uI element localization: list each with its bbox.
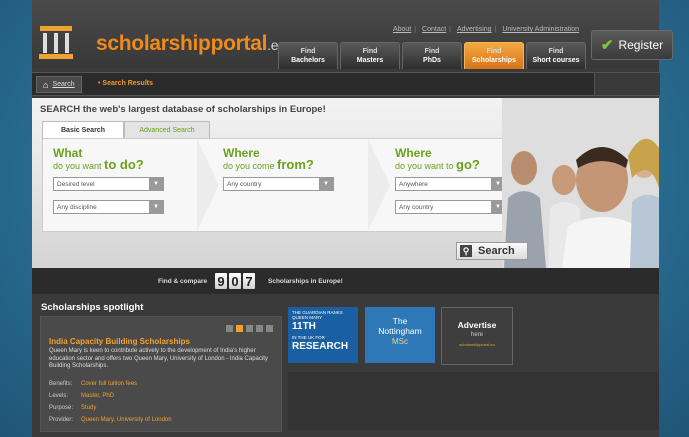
ad-nottingham[interactable]: The Nottingham MSc — [365, 307, 435, 363]
tab-basic-search[interactable]: Basic Search — [42, 121, 124, 139]
ad-line: Advertise — [457, 320, 497, 330]
provider-row: Provider: Queen Mary, University of Londo… — [49, 417, 172, 423]
search-title: SEARCH the web's largest database of sch… — [40, 104, 326, 115]
pager-dot-active[interactable] — [236, 325, 243, 332]
university-admin-link[interactable]: University Administration — [502, 26, 579, 33]
ad-caption: IN THE UK FOR — [292, 335, 325, 340]
about-link[interactable]: About — [393, 26, 411, 33]
advertising-link[interactable]: Advertising — [457, 26, 492, 33]
spotlight-pager — [226, 325, 273, 332]
breadcrumb-home[interactable]: ⌂ Search — [36, 76, 82, 93]
tab-scholarships[interactable]: Find Scholarships — [464, 42, 524, 69]
search-form: What do you want to do? Desired level ▼ A… — [42, 138, 532, 232]
home-icon: ⌂ — [43, 79, 49, 90]
counter-digit: 9 — [215, 273, 227, 289]
discipline-select[interactable]: Any discipline ▼ — [53, 200, 164, 214]
ad-queen-mary[interactable]: THE GUARDIAN RANKS QUEEN MARY 11TH IN TH… — [288, 307, 358, 363]
what-subheading: do you want to do? — [53, 157, 144, 172]
counter-digits: 9 0 7 — [215, 273, 255, 289]
go-subheading: do you want to go? — [395, 157, 480, 172]
ad-line: here — [470, 332, 483, 338]
ad-advertise-here[interactable]: Advertise here scholarshipportal.eu — [441, 307, 513, 365]
counter-label: Find & compare — [158, 278, 208, 285]
pager-dot[interactable] — [266, 325, 273, 332]
tab-bachelors[interactable]: Find Bachelors — [278, 42, 338, 69]
top-links: About | Contact | Advertising | University … — [392, 26, 579, 33]
logo-icon — [39, 26, 73, 59]
page: scholarshipportal.eu About | Contact | Adv… — [32, 0, 673, 437]
breadcrumb-side — [594, 73, 660, 95]
search-tabs: Basic Search Advanced Search — [42, 121, 210, 139]
checkmark-icon: ✔ — [600, 37, 614, 54]
benefits-row: Benefits: Cover full tuition fees — [49, 381, 138, 387]
ad-line: MSc — [392, 337, 408, 346]
scholarship-title[interactable]: India Capacity Building Scholarships — [49, 337, 190, 346]
ad-caption: THE GUARDIAN RANKS QUEEN MARY — [292, 310, 343, 320]
destination-country-select[interactable]: Any country ▼ — [395, 200, 506, 214]
search-button[interactable]: ⚲ Search — [456, 242, 528, 260]
register-button[interactable]: ✔ Register — [591, 30, 673, 60]
arrow-divider — [368, 139, 390, 231]
chevron-down-icon: ▼ — [149, 201, 163, 213]
counter-digit: 0 — [229, 273, 241, 289]
purpose-row: Purpose: Study — [49, 405, 97, 411]
main-nav: Find Bachelors Find Masters Find PhDs Find S… — [278, 42, 586, 69]
scholarship-counter: Find & compare 9 0 7 Scholarships in Eur… — [32, 268, 659, 294]
tab-advanced-search[interactable]: Advanced Search — [124, 121, 210, 139]
what-column: What do you want to do? — [53, 147, 144, 172]
pager-dot[interactable] — [256, 325, 263, 332]
site-logo[interactable]: scholarshipportal.eu — [96, 32, 286, 56]
scholarship-description: Queen Mary is keen to contribute activel… — [49, 348, 268, 369]
arrow-divider — [197, 139, 219, 231]
pager-dot[interactable] — [226, 325, 233, 332]
tab-phds[interactable]: Find PhDs — [402, 42, 462, 69]
tab-short-courses[interactable]: Find Short courses — [526, 42, 586, 69]
ad-line: The — [392, 316, 408, 326]
pager-dot[interactable] — [246, 325, 253, 332]
search-icon: ⚲ — [460, 245, 472, 257]
content-area — [288, 372, 659, 430]
from-column: Where do you come from? — [223, 147, 314, 172]
search-panel: SEARCH the web's largest database of sch… — [32, 98, 659, 268]
origin-country-select[interactable]: Any country ▼ — [223, 177, 334, 191]
counter-digit: 7 — [243, 273, 255, 289]
breadcrumb-current: • Search Results — [98, 80, 153, 87]
spotlight-card: India Capacity Building Scholarships Que… — [40, 316, 282, 432]
go-column: Where do you want to go? — [395, 147, 480, 172]
level-select[interactable]: Desired level ▼ — [53, 177, 164, 191]
counter-suffix: Scholarships in Europe! — [268, 278, 343, 285]
ad-rank: 11TH — [292, 321, 316, 332]
chevron-down-icon: ▼ — [319, 178, 333, 190]
spotlight-title: Scholarships spotlight — [41, 302, 144, 313]
from-subheading: do you come from? — [223, 157, 314, 172]
breadcrumb: ⌂ Search • Search Results — [32, 72, 660, 96]
ad-line: scholarshipportal.eu — [459, 342, 495, 347]
chevron-down-icon: ▼ — [149, 178, 163, 190]
header: scholarshipportal.eu About | Contact | Adv… — [32, 0, 659, 69]
ad-headline: RESEARCH — [292, 341, 349, 352]
levels-row: Levels: Master, PhD — [49, 393, 115, 399]
ad-line: Nottingham — [378, 326, 422, 336]
tab-masters[interactable]: Find Masters — [340, 42, 400, 69]
contact-link[interactable]: Contact — [422, 26, 446, 33]
destination-select[interactable]: Anywhere ▼ — [395, 177, 506, 191]
